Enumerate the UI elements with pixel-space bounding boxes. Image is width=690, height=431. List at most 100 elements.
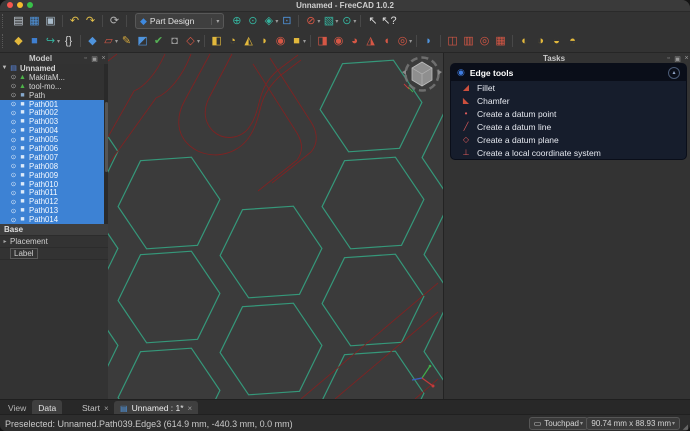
visibility-eye-icon[interactable]: ⊙ xyxy=(9,144,18,152)
expand-caret-icon[interactable]: ▸ xyxy=(0,238,10,245)
tree-item-path013[interactable]: ⊙■Path013 xyxy=(0,206,108,215)
tab-start-page[interactable]: Start × xyxy=(76,401,115,415)
resize-grip[interactable]: ◢ xyxy=(683,423,688,431)
zoom-selection-icon[interactable]: ⊙ xyxy=(245,14,260,29)
shape-binder-icon[interactable]: ◘ xyxy=(167,34,182,49)
property-row-label[interactable]: Label xyxy=(0,248,108,260)
task-item-fillet[interactable]: ◢Fillet xyxy=(451,81,686,94)
task-item-create-a-datum-point[interactable]: •Create a datum point xyxy=(451,107,686,120)
create-body-icon[interactable]: ◆ xyxy=(85,34,100,49)
viewport-canvas[interactable] xyxy=(108,53,443,399)
chevron-down-icon[interactable]: ▾ xyxy=(303,38,306,45)
tree-item-path011[interactable]: ⊙■Path011 xyxy=(0,188,108,197)
chevron-down-icon[interactable]: ▾ xyxy=(335,18,338,25)
dock-panel-icon[interactable]: ▣ xyxy=(90,55,99,63)
tree-item-path005[interactable]: ⊙■Path005 xyxy=(0,135,108,144)
tree-item-path001[interactable]: ⊙■Path001 xyxy=(0,100,108,109)
edit-sketch-icon[interactable]: ✎ xyxy=(119,34,134,49)
groove-icon[interactable]: ◕ xyxy=(347,34,362,49)
additive-primitive-icon[interactable]: ■ xyxy=(289,34,304,49)
navigation-style-button[interactable]: ▭ Touchpad ▾ xyxy=(529,417,588,430)
validate-sketch-icon[interactable]: ✔ xyxy=(151,34,166,49)
draw-style-icon[interactable]: ⊘ xyxy=(303,14,318,29)
refresh-icon[interactable]: ⟳ xyxy=(107,14,122,29)
task-item-create-a-datum-plane[interactable]: ◇Create a datum plane xyxy=(451,133,686,146)
visibility-eye-icon[interactable]: ⊙ xyxy=(9,162,18,170)
visibility-eye-icon[interactable]: ⊙ xyxy=(9,118,18,126)
create-part-icon[interactable]: ◆ xyxy=(11,34,26,49)
tree-item-path007[interactable]: ⊙■Path007 xyxy=(0,153,108,162)
property-row-placement[interactable]: ▸ Placement xyxy=(0,236,108,248)
workbench-selector[interactable]: ◆Part Design▾ xyxy=(135,13,224,29)
redo-icon[interactable]: ↷ xyxy=(83,14,98,29)
tab-document-unnamed[interactable]: ▤ Unnamed : 1* × xyxy=(114,401,198,415)
fit-all-icon[interactable]: ⊕ xyxy=(229,14,244,29)
3d-viewport[interactable] xyxy=(108,53,443,399)
close-panel-icon[interactable]: × xyxy=(99,55,108,62)
chevron-down-icon[interactable]: ▾ xyxy=(317,18,320,25)
tree-item-path012[interactable]: ⊙■Path012 xyxy=(0,197,108,206)
task-item-chamfer[interactable]: ◣Chamfer xyxy=(451,94,686,107)
chevron-down-icon[interactable]: ▾ xyxy=(115,38,118,45)
subtractive-pipe-icon[interactable]: ◖ xyxy=(379,34,394,49)
task-item-create-a-datum-line[interactable]: ╱Create a datum line xyxy=(451,120,686,133)
open-file-icon[interactable]: ▦ xyxy=(27,14,42,29)
boolean-cut-icon[interactable]: ◑ xyxy=(533,34,548,49)
polar-pattern-icon[interactable]: ◎ xyxy=(477,34,492,49)
tree-item-path014[interactable]: ⊙■Path014 xyxy=(0,215,108,224)
create-datum-icon[interactable]: ◇ xyxy=(183,34,198,49)
tree-item-path010[interactable]: ⊙■Path010 xyxy=(0,180,108,189)
chevron-down-icon[interactable]: ▾ xyxy=(57,38,60,45)
sync-view-icon[interactable]: ⊡ xyxy=(279,14,294,29)
visibility-eye-icon[interactable]: ⊙ xyxy=(9,136,18,144)
close-tab-icon[interactable]: × xyxy=(104,404,109,413)
tree-item-toolmo[interactable]: ⊙▲tool-mo... xyxy=(0,82,108,91)
new-file-icon[interactable]: ▤ xyxy=(11,14,26,29)
collapse-section-icon[interactable]: ▴ xyxy=(668,67,680,79)
view-dimensions-button[interactable]: 90.74 mm x 88.93 mm ▾ xyxy=(586,417,680,430)
additive-helix-icon[interactable]: ◉ xyxy=(273,34,288,49)
zoom-tools-icon[interactable]: ⊙ xyxy=(339,14,354,29)
task-item-create-a-local-coordinate-system[interactable]: ⊥Create a local coordinate system xyxy=(451,146,686,159)
linear-pattern-icon[interactable]: ▥ xyxy=(461,34,476,49)
appearance-icon[interactable]: ▧ xyxy=(321,14,336,29)
visibility-eye-icon[interactable]: ⊙ xyxy=(9,216,18,224)
visibility-eye-icon[interactable]: ⊙ xyxy=(9,198,18,206)
float-panel-icon[interactable]: ▫ xyxy=(81,55,90,62)
mirrored-icon[interactable]: ◫ xyxy=(445,34,460,49)
boolean-compsolid-icon[interactable]: ◓ xyxy=(565,34,580,49)
tree-item-makitam[interactable]: ⊙▲MakitaM... xyxy=(0,73,108,82)
visibility-eye-icon[interactable]: ⊙ xyxy=(9,91,18,99)
tree-item-path008[interactable]: ⊙■Path008 xyxy=(0,162,108,171)
additive-loft-icon[interactable]: ◭ xyxy=(241,34,256,49)
visibility-eye-icon[interactable]: ⊙ xyxy=(9,109,18,117)
chevron-down-icon[interactable]: ▾ xyxy=(353,18,356,25)
whats-this-icon[interactable]: ↖? xyxy=(381,14,396,29)
visibility-eye-icon[interactable]: ⊙ xyxy=(9,100,18,108)
additive-pipe-icon[interactable]: ◗ xyxy=(257,34,272,49)
visibility-eye-icon[interactable]: ⊙ xyxy=(9,82,18,90)
chevron-down-icon[interactable]: ▾ xyxy=(197,38,200,45)
tab-data[interactable]: Data xyxy=(32,400,62,415)
dock-panel-icon[interactable]: ▣ xyxy=(673,55,682,63)
visibility-eye-icon[interactable]: ⊙ xyxy=(9,189,18,197)
float-panel-icon[interactable]: ▫ xyxy=(664,55,673,62)
tree-item-path004[interactable]: ⊙■Path004 xyxy=(0,126,108,135)
collapse-caret-icon[interactable]: ▼ xyxy=(0,65,9,71)
chevron-down-icon[interactable]: ▾ xyxy=(409,38,412,45)
visibility-eye-icon[interactable]: ⊙ xyxy=(9,180,18,188)
close-panel-icon[interactable]: × xyxy=(682,55,690,62)
tree-item-document[interactable]: ▼▤Unnamed xyxy=(0,64,108,73)
close-tab-icon[interactable]: × xyxy=(188,404,193,413)
chevron-down-icon[interactable]: ▾ xyxy=(275,18,278,25)
undo-icon[interactable]: ↶ xyxy=(67,14,82,29)
tab-view[interactable]: View xyxy=(2,400,32,415)
tree-item-path003[interactable]: ⊙■Path003 xyxy=(0,117,108,126)
select-arrow-icon[interactable]: ↖ xyxy=(365,14,380,29)
tree-item-path002[interactable]: ⊙■Path002 xyxy=(0,108,108,117)
visibility-eye-icon[interactable]: ⊙ xyxy=(9,127,18,135)
create-sketch-icon[interactable]: ▱ xyxy=(101,34,116,49)
subtractive-loft-icon[interactable]: ◮ xyxy=(363,34,378,49)
tree-item-path009[interactable]: ⊙■Path009 xyxy=(0,171,108,180)
tree-item-path[interactable]: ⊙■Path xyxy=(0,91,108,100)
